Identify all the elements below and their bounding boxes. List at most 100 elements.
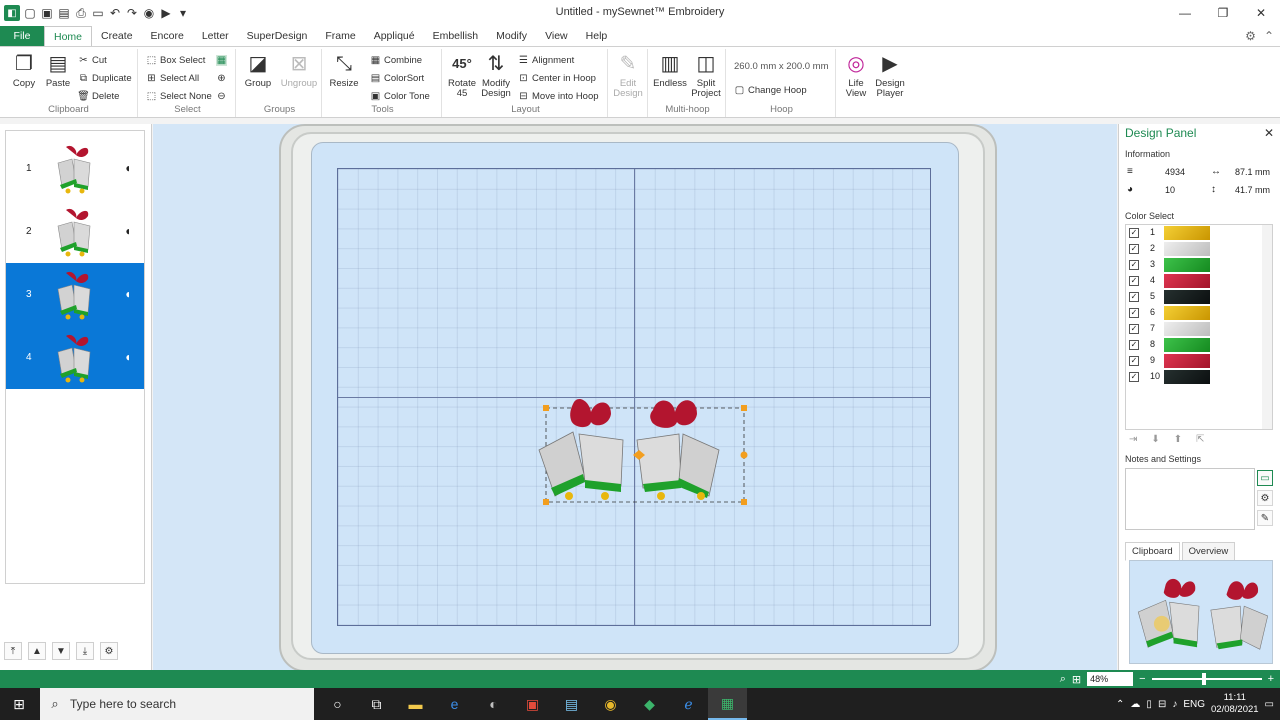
cut-button[interactable]: ✂ Cut (78, 55, 107, 66)
tab-superdesign[interactable]: SuperDesign (238, 26, 317, 46)
move-color-down-icon[interactable]: ⬇ (1151, 434, 1159, 445)
clock[interactable]: 11:11 02/08/2021 (1211, 692, 1259, 716)
color-checkbox[interactable]: ✓ (1129, 340, 1139, 350)
print-icon[interactable]: ⎙ (74, 6, 88, 20)
tab-encore[interactable]: Encore (142, 26, 193, 46)
life-view-button[interactable]: ◎ Life View (838, 51, 874, 99)
color-row[interactable]: ✓ 2 (1126, 241, 1272, 257)
notifications-icon[interactable]: ▭ (1265, 699, 1274, 710)
resize-button[interactable]: ⤡ Resize (326, 51, 362, 89)
move-down-icon[interactable]: ▼ (52, 642, 70, 660)
undo-icon[interactable]: ↶ (108, 6, 122, 20)
move-to-bottom-icon[interactable]: ⤓ (76, 642, 94, 660)
tab-frame[interactable]: Frame (316, 26, 364, 46)
select-none-button[interactable]: ⬚ Select None (146, 91, 212, 102)
open-icon[interactable]: ▭ (91, 6, 105, 20)
design-item-4[interactable]: 4 ◖ (6, 326, 144, 389)
split-project-button[interactable]: ◫ Split Project (688, 51, 724, 99)
delete-button[interactable]: 🗑 Delete (77, 91, 119, 102)
zoom-slider[interactable] (1151, 673, 1262, 685)
duplicate-button[interactable]: ⧉ Duplicate (78, 73, 132, 84)
color-list-scrollbar[interactable] (1262, 225, 1272, 429)
tab-letter[interactable]: Letter (193, 26, 238, 46)
color-row[interactable]: ✓ 5 (1126, 289, 1272, 305)
edit-design-button[interactable]: ✎ Edit Design (610, 51, 646, 99)
color-checkbox[interactable]: ✓ (1129, 276, 1139, 286)
color-checkbox[interactable]: ✓ (1129, 324, 1139, 334)
notes-area[interactable] (1125, 468, 1255, 530)
select-all-button[interactable]: ⊞ Select All (146, 73, 199, 84)
cortana-icon[interactable]: ○ (318, 688, 357, 720)
acrobat-icon[interactable]: ▣ (513, 688, 552, 720)
visibility-icon[interactable]: ◖ (124, 287, 136, 301)
windows-start-icon[interactable]: ⊞ (0, 688, 38, 720)
minimize-button[interactable]: — (1166, 0, 1204, 26)
design-item-2[interactable]: 2 ◖ (6, 200, 144, 263)
move-up-icon[interactable]: ▲ (28, 642, 46, 660)
redo-icon[interactable]: ↷ (125, 6, 139, 20)
change-hoop-button[interactable]: ▢ Change Hoop (734, 85, 807, 96)
tab-applique[interactable]: Appliqué (365, 26, 424, 46)
color-tone-button[interactable]: ▣ Color Tone (370, 91, 430, 102)
zoom-out-icon[interactable]: − (1139, 673, 1145, 685)
edge-icon[interactable]: ℯ (669, 688, 708, 720)
color-row[interactable]: ✓ 6 (1126, 305, 1272, 321)
modify-design-button[interactable]: ⇅ Modify Design (478, 51, 514, 99)
zoom-in-icon[interactable]: + (1268, 673, 1274, 685)
move-to-top-icon[interactable]: ⤒ (4, 642, 22, 660)
notes-icon[interactable]: ▭ (1257, 470, 1273, 486)
save-icon[interactable]: ▣ (40, 6, 54, 20)
app-icon[interactable]: ◧ (4, 5, 20, 21)
close-panel-icon[interactable]: ✕ (1264, 126, 1274, 140)
close-button[interactable]: ✕ (1242, 0, 1280, 26)
tab-create[interactable]: Create (92, 26, 142, 46)
network-icon[interactable]: ⊟ (1158, 699, 1166, 710)
color-row[interactable]: ✓ 3 (1126, 257, 1272, 273)
tab-modify[interactable]: Modify (487, 26, 536, 46)
zoom-slider-knob[interactable] (1201, 673, 1206, 685)
color-checkbox[interactable]: ✓ (1129, 260, 1139, 270)
design-settings-icon[interactable]: ⚙ (100, 642, 118, 660)
design-player-button[interactable]: ▶ Design Player (872, 51, 908, 99)
edit-pencil-icon[interactable]: ✎ (1257, 510, 1273, 526)
design-canvas[interactable] (153, 124, 1117, 670)
select-remove-button[interactable]: ⊖ (216, 91, 227, 102)
color-options-icon[interactable]: ⇱ (1196, 434, 1204, 445)
selected-bells-design[interactable] (533, 392, 753, 512)
mysewnet-taskbar-icon[interactable]: ▦ (708, 688, 747, 720)
color-checkbox[interactable]: ✓ (1129, 244, 1139, 254)
rotate-45-button[interactable]: 45° Rotate 45 (444, 51, 480, 99)
select-add-button[interactable]: ⊕ (216, 73, 227, 84)
ungroup-button[interactable]: ⊠ Ungroup (278, 51, 320, 89)
clipboard-preview[interactable] (1129, 560, 1273, 664)
restore-button[interactable]: ❐ (1204, 0, 1242, 26)
chrome-icon[interactable]: ◉ (591, 688, 630, 720)
colorsort-button[interactable]: ▤ ColorSort (370, 73, 424, 84)
save-as-icon[interactable]: ▤ (57, 6, 71, 20)
player-icon[interactable]: ▶ (159, 6, 173, 20)
language-indicator[interactable]: ENG (1183, 699, 1205, 710)
tab-view[interactable]: View (536, 26, 577, 46)
color-checkbox[interactable]: ✓ (1129, 292, 1139, 302)
visibility-icon[interactable]: ◖ (124, 224, 136, 238)
box-select-button[interactable]: ⬚ Box Select (146, 55, 206, 66)
color-row[interactable]: ✓ 4 (1126, 273, 1272, 289)
color-row[interactable]: ✓ 9 (1126, 353, 1272, 369)
settings-gear-icon[interactable]: ⚙ (1257, 490, 1273, 506)
combine-button[interactable]: ▦ Combine (370, 55, 422, 66)
collapse-ribbon-icon[interactable]: ⌃ (1264, 29, 1274, 43)
settings-icon[interactable]: ⚙ (1245, 29, 1256, 43)
tab-overview[interactable]: Overview (1181, 542, 1236, 561)
edge-legacy-icon[interactable]: e (435, 688, 474, 720)
zoom-to-fit-icon[interactable]: ⌕ (1060, 673, 1066, 686)
photos-icon[interactable]: ▤ (552, 688, 591, 720)
center-in-hoop-button[interactable]: ⊡ Center in Hoop (518, 73, 596, 84)
visibility-icon[interactable]: ◖ (124, 161, 136, 175)
alignment-button[interactable]: ☰ Alignment (518, 55, 574, 66)
taskbar-search[interactable]: ⌕ Type here to search (40, 688, 314, 720)
merge-color-icon[interactable]: ⇥ (1129, 434, 1137, 445)
color-row[interactable]: ✓ 10 (1126, 369, 1272, 385)
color-row[interactable]: ✓ 7 (1126, 321, 1272, 337)
file-explorer-icon[interactable]: ▬ (396, 688, 435, 720)
endless-button[interactable]: ▥ Endless (652, 51, 688, 89)
